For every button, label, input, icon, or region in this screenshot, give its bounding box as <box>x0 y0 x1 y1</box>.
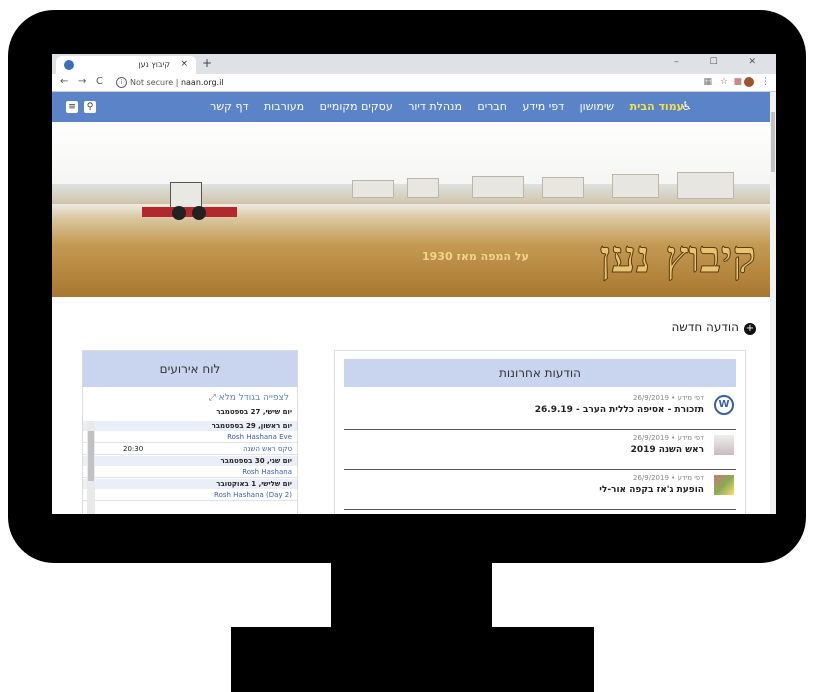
post-thumbnail <box>714 435 734 455</box>
plus-icon: + <box>744 323 756 335</box>
url-field[interactable]: i Not secure | naan.org.il <box>116 76 596 89</box>
website: ≡ ⚲ עמוד הבית שימושון דפי מידע חברים מנה… <box>52 92 770 514</box>
monitor-stand-base <box>231 627 594 692</box>
post-item[interactable]: W דפי מידע • 26/9/2019 תזכורת - אסיפה כל… <box>344 391 736 430</box>
building <box>472 176 524 198</box>
hero-subtitle: על המפה מאז 1930 <box>422 250 529 263</box>
tab-title: קיבוץ נען <box>138 60 170 69</box>
monitor-stand-neck <box>331 563 492 631</box>
nav-involvement[interactable]: מעורבות <box>264 100 304 113</box>
close-tab-icon[interactable]: × <box>180 59 188 69</box>
recent-posts-panel: הודעות אחרונות W דפי מידע • 26/9/2019 תז… <box>334 350 746 514</box>
new-post-button[interactable]: + הודעה חדשה <box>671 320 756 335</box>
building <box>612 174 659 198</box>
screen: קיבוץ נען × + – ☐ ✕ ← → C i Not secure | … <box>52 54 776 514</box>
event-item[interactable]: טקס ראש השנה 20:30 <box>83 444 297 455</box>
nav-members[interactable]: חברים <box>477 100 507 113</box>
security-label: Not secure <box>130 78 174 87</box>
full-view-link[interactable]: לצפייה בגודל מלא ⤢ <box>209 393 289 403</box>
url-text: naan.org.il <box>180 78 224 87</box>
events-panel: לוח אירועים לצפייה בגודל מלא ⤢ יום שישי,… <box>82 350 298 514</box>
search-icon[interactable]: ⚲ <box>84 101 96 113</box>
building <box>407 178 439 198</box>
event-item[interactable]: Rosh Hashana <box>83 467 297 478</box>
events-title: לוח אירועים <box>83 351 297 387</box>
browser-tab[interactable]: קיבוץ נען × <box>56 56 196 74</box>
window-controls[interactable]: – ☐ ✕ <box>674 57 770 67</box>
building <box>352 180 394 198</box>
translate-icon[interactable]: ▦ <box>703 77 712 87</box>
nav-local-business[interactable]: עסקים מקומיים <box>320 100 393 113</box>
post-meta: דפי מידע • 26/9/2019 <box>633 394 704 402</box>
nav-info-pages[interactable]: דפי מידע <box>522 100 564 113</box>
event-date: יום ראשון, 29 בספטמבר <box>83 421 297 431</box>
nav-home[interactable]: עמוד הבית <box>630 100 684 113</box>
event-date: יום שלישי, 1 באוקטובר <box>83 479 297 489</box>
event-item[interactable]: Rosh Hashana (Day 2) <box>83 490 297 501</box>
profile-avatar[interactable] <box>744 77 754 87</box>
post-thumbnail <box>714 475 734 495</box>
page-scrollbar[interactable] <box>770 92 776 514</box>
favicon-icon <box>64 60 74 70</box>
post-title[interactable]: תזכורת - אסיפה כללית הערב - 26.9.19 <box>535 405 704 415</box>
tab-bar: קיבוץ נען × + – ☐ ✕ <box>52 54 776 74</box>
address-bar: ← → C i Not secure | naan.org.il ▦ ☆ ■ ⋮ <box>52 74 776 92</box>
info-icon[interactable]: i <box>116 77 127 88</box>
nav-housing[interactable]: מנהלת דיור <box>408 100 462 113</box>
nav-links: עמוד הבית שימושון דפי מידע חברים מנהלת ד… <box>198 100 684 113</box>
reload-icon[interactable]: C <box>96 76 103 87</box>
post-thumbnail: W <box>714 395 734 415</box>
menu-dots-icon[interactable]: ⋮ <box>761 77 770 87</box>
hero-title: קיבוץ נען <box>599 232 756 284</box>
post-title[interactable]: הופעת ג'אז בקפה אור-לי <box>599 485 704 495</box>
full-view-label: לצפייה בגודל מלא <box>218 393 289 403</box>
combine-harvester <box>142 182 237 227</box>
post-item[interactable]: דפי מידע • 26/9/2019 ראש השנה 2019 <box>344 431 736 470</box>
nav-contact[interactable]: דף קשר <box>210 100 248 113</box>
post-meta: דפי מידע • 26/9/2019 <box>633 474 704 482</box>
building <box>542 177 584 198</box>
extension-icon[interactable]: ■ <box>733 77 742 87</box>
recent-posts-title: הודעות אחרונות <box>344 359 736 387</box>
hamburger-menu-icon[interactable]: ≡ <box>66 101 78 113</box>
new-post-label: הודעה חדשה <box>671 320 739 334</box>
post-title[interactable]: ראש השנה 2019 <box>631 445 704 455</box>
page-scroll-thumb[interactable] <box>771 112 775 172</box>
post-meta: דפי מידע • 26/9/2019 <box>633 434 704 442</box>
event-title: טקס ראש השנה <box>243 445 292 453</box>
event-item[interactable]: Rosh Hashana Eve <box>83 432 297 443</box>
hero-banner: קיבוץ נען על המפה מאז 1930 <box>52 122 770 297</box>
event-date: יום שני, 30 בספטמבר <box>83 456 297 466</box>
expand-icon: ⤢ <box>208 393 216 403</box>
back-icon[interactable]: ← <box>60 76 68 87</box>
events-scrollbar[interactable] <box>87 421 95 514</box>
event-time: 20:30 <box>123 445 144 453</box>
accessibility-icon[interactable]: ♿ <box>681 99 692 113</box>
new-tab-button[interactable]: + <box>202 56 212 70</box>
site-nav-bar: ≡ ⚲ עמוד הבית שימושון דפי מידע חברים מנה… <box>52 92 770 122</box>
star-icon[interactable]: ☆ <box>720 77 728 87</box>
forward-icon[interactable]: → <box>78 76 86 87</box>
event-date: יום שישי, 27 בספטמבר <box>216 408 292 416</box>
post-item[interactable]: דפי מידע • 26/9/2019 הופעת ג'אז בקפה אור… <box>344 471 736 510</box>
building <box>677 172 734 199</box>
nav-shimushon[interactable]: שימושון <box>580 100 615 113</box>
events-scroll-thumb[interactable] <box>88 431 94 481</box>
